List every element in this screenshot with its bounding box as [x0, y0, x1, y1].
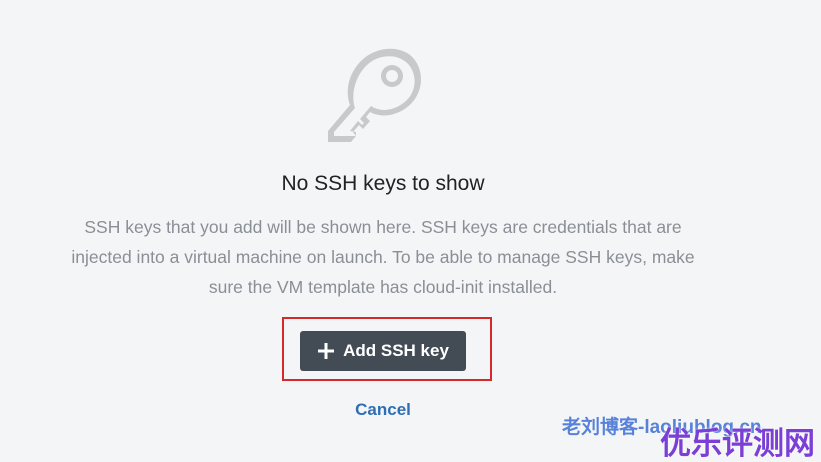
description-line-3: sure the VM template has cloud-init inst…: [208, 277, 558, 297]
empty-state-title: No SSH keys to show: [281, 172, 485, 195]
description-line-2: injected into a virtual machine on launc…: [71, 247, 695, 267]
add-ssh-key-label: Add SSH key: [343, 341, 449, 360]
plus-icon: [318, 343, 335, 359]
empty-state-description: SSH keys that you add will be shown here…: [40, 212, 726, 302]
add-ssh-key-button[interactable]: Add SSH key: [300, 331, 466, 371]
watermark-site: 优乐评测网: [660, 426, 815, 462]
key-icon: [328, 48, 421, 143]
description-line-1: SSH keys that you add will be shown here…: [84, 217, 682, 237]
ssh-keys-empty-state: No SSH keys to show SSH keys that you ad…: [0, 0, 821, 462]
